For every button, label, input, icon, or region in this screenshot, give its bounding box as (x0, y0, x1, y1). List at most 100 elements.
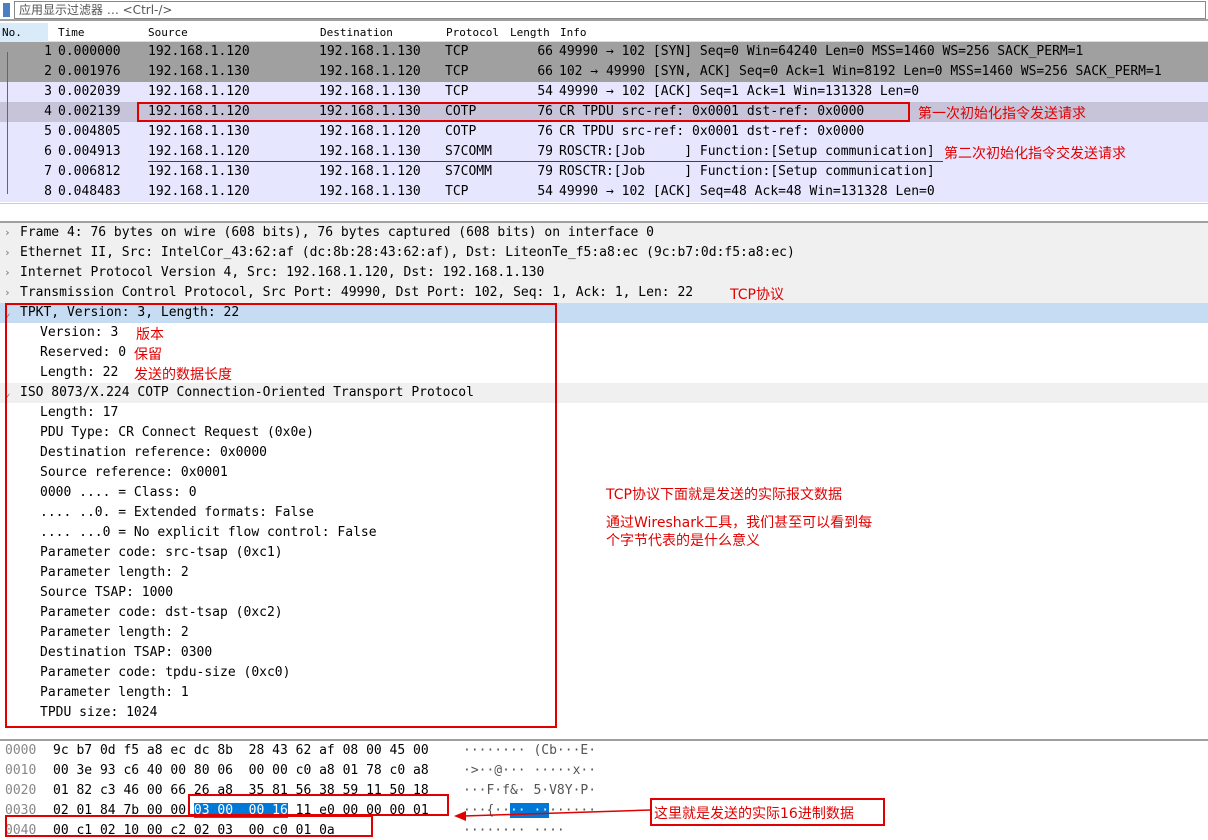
packet-row[interactable]: 1 0.000000 192.168.1.120 192.168.1.130 TCP 66… (0, 42, 1208, 62)
packet-time: 0.004913 (58, 144, 121, 159)
packet-no: 1 (44, 44, 52, 59)
pane-divider[interactable] (0, 732, 1208, 741)
chevron-right-icon[interactable]: › (4, 283, 11, 303)
detail-section[interactable]: › Frame 4: 76 bytes on wire (608 bits), 7… (0, 223, 1208, 243)
hex-ascii[interactable]: ········ ···· (463, 822, 565, 840)
packet-proto: TCP (445, 64, 469, 79)
annotation-payload-1: TCP协议下面就是发送的实际报文数据 (606, 487, 842, 503)
packet-proto: S7COMM (445, 164, 492, 179)
packet-info: 49990 → 102 [SYN] Seq=0 Win=64240 Len=0 … (559, 44, 1084, 59)
packet-time: 0.002139 (58, 104, 121, 119)
chevron-right-icon[interactable]: › (4, 243, 11, 263)
packet-row[interactable]: 2 0.001976 192.168.1.130 192.168.1.120 TCP 66… (0, 62, 1208, 82)
annotation-hex-note: 这里就是发送的实际16进制数据 (654, 806, 854, 822)
packet-dst: 192.168.1.130 (319, 184, 421, 199)
packet-no: 5 (44, 124, 52, 139)
annotation-reserved: 保留 (134, 347, 162, 363)
hex-ascii[interactable]: ···F·f&· 5·V8Y·P· (463, 782, 596, 800)
col-protocol[interactable]: Protocol (446, 26, 499, 39)
packet-len: 66 (537, 44, 553, 59)
packet-len: 54 (537, 184, 553, 199)
packet-row[interactable]: 3 0.002039 192.168.1.120 192.168.1.130 TCP 54… (0, 82, 1208, 102)
packet-row[interactable]: 7 0.006812 192.168.1.130 192.168.1.120 S7COM… (0, 162, 1208, 182)
packet-len: 76 (537, 124, 553, 139)
display-filter-input[interactable]: 应用显示过滤器 … <Ctrl-/> (14, 1, 1206, 19)
packet-dst: 192.168.1.120 (319, 64, 421, 79)
hex-ascii[interactable]: ·>··@··· ·····x·· (463, 762, 596, 780)
detail-text: Transmission Control Protocol, Src Port:… (20, 285, 694, 300)
hex-offset: 0000 (5, 743, 37, 758)
detail-section[interactable]: › Ethernet II, Src: IntelCor_43:62:af (dc… (0, 243, 1208, 263)
annotation-underline-packet6 (148, 161, 943, 162)
annotation-arrow-icon (454, 809, 651, 821)
annotation-box-hex-row3 (188, 794, 449, 816)
hex-row: 0000 9c b7 0d f5 a8 ec dc 8b 28 43 62 af … (0, 742, 1208, 760)
packet-proto: COTP (445, 124, 477, 139)
packet-src: 192.168.1.120 (148, 44, 250, 59)
packet-proto: TCP (445, 44, 469, 59)
col-source[interactable]: Source (148, 26, 188, 39)
pane-divider[interactable] (0, 203, 1208, 223)
hex-bytes[interactable]: 00 3e 93 c6 40 00 80 06 00 00 c0 a8 01 7… (53, 762, 429, 780)
annotation-version: 版本 (136, 327, 164, 343)
chevron-right-icon[interactable]: › (4, 263, 11, 283)
packet-proto: S7COMM (445, 144, 492, 159)
annotation-box-hex-row4 (5, 815, 373, 837)
packet-dst: 192.168.1.120 (319, 124, 421, 139)
packet-info: 102 → 49990 [SYN, ACK] Seq=0 Ack=1 Win=8… (559, 64, 1162, 79)
annotation-box-details (5, 303, 557, 728)
hex-row: 0020 01 82 c3 46 00 66 26 a8 35 81 56 38 … (0, 782, 1208, 800)
packet-src: 192.168.1.130 (148, 124, 250, 139)
packet-no: 2 (44, 64, 52, 79)
packet-dst: 192.168.1.130 (319, 84, 421, 99)
col-no[interactable]: No. (2, 26, 22, 39)
packet-time: 0.004805 (58, 124, 121, 139)
col-time[interactable]: Time (58, 26, 85, 39)
packet-no: 8 (44, 184, 52, 199)
col-length[interactable]: Length (510, 26, 550, 39)
annotation-payload-2a: 通过Wireshark工具，我们甚至可以看到每 (606, 515, 873, 531)
packet-len: 79 (537, 164, 553, 179)
packet-time: 0.000000 (58, 44, 121, 59)
packet-list-header: No. Time Source Destination Protocol Len… (0, 23, 1208, 42)
packet-len: 79 (537, 144, 553, 159)
packet-no: 3 (44, 84, 52, 99)
packet-dst: 192.168.1.130 (319, 144, 421, 159)
hex-ascii[interactable]: ········ (Cb···E· (463, 742, 596, 760)
annotation-second-init: 第二次初始化指令交发送请求 (944, 146, 1126, 162)
packet-src: 192.168.1.120 (148, 84, 250, 99)
packet-len: 66 (537, 64, 553, 79)
col-destination[interactable]: Destination (320, 26, 393, 39)
packet-info: 49990 → 102 [ACK] Seq=48 Ack=48 Win=1313… (559, 184, 935, 199)
detail-section[interactable]: › Internet Protocol Version 4, Src: 192.1… (0, 263, 1208, 283)
packet-dst: 192.168.1.120 (319, 164, 421, 179)
conversation-tree-line (7, 52, 15, 194)
chevron-right-icon[interactable]: › (4, 223, 11, 243)
packet-dst: 192.168.1.130 (319, 44, 421, 59)
packet-no: 6 (44, 144, 52, 159)
packet-info: ROSCTR:[Job ] Function:[Setup communicat… (559, 144, 935, 159)
packet-src: 192.168.1.120 (148, 184, 250, 199)
packet-proto: TCP (445, 184, 469, 199)
detail-text: Internet Protocol Version 4, Src: 192.16… (20, 265, 545, 280)
packet-src: 192.168.1.130 (148, 64, 250, 79)
detail-text: Ethernet II, Src: IntelCor_43:62:af (dc:… (20, 245, 795, 260)
annotation-payload-2b: 个字节代表的是什么意义 (606, 533, 760, 549)
annotation-box-packet4 (137, 102, 910, 122)
hex-bytes[interactable]: 9c b7 0d f5 a8 ec dc 8b 28 43 62 af 08 0… (53, 742, 429, 760)
col-info[interactable]: Info (560, 26, 587, 39)
bookmark-icon[interactable] (3, 3, 10, 17)
detail-text: Frame 4: 76 bytes on wire (608 bits), 76… (20, 225, 654, 240)
detail-section[interactable]: › Transmission Control Protocol, Src Port… (0, 283, 1208, 303)
packet-proto: TCP (445, 84, 469, 99)
annotation-first-init: 第一次初始化指令发送请求 (918, 106, 1086, 122)
display-filter-bar: 应用显示过滤器 … <Ctrl-/> (0, 0, 1208, 21)
hex-offset: 0020 (5, 783, 37, 798)
hex-row: 0010 00 3e 93 c6 40 00 80 06 00 00 c0 a8 … (0, 762, 1208, 780)
annotation-tcp: TCP协议 (730, 287, 784, 303)
packet-row[interactable]: 5 0.004805 192.168.1.130 192.168.1.120 COTP 7… (0, 122, 1208, 142)
packet-no: 4 (44, 104, 52, 119)
packet-row[interactable]: 8 0.048483 192.168.1.120 192.168.1.130 TCP 54… (0, 182, 1208, 202)
packet-no: 7 (44, 164, 52, 179)
packet-time: 0.001976 (58, 64, 121, 79)
